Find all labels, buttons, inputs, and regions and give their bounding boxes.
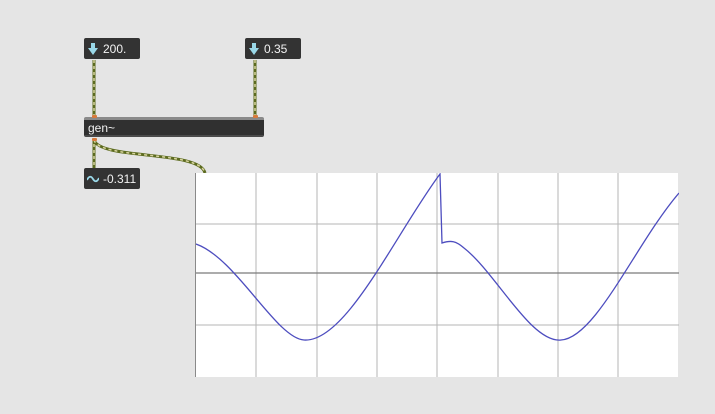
number-box-parameter[interactable]: 0.35	[245, 38, 301, 59]
gen-outlet[interactable]	[92, 138, 97, 141]
scope-grid	[196, 173, 679, 377]
gen-inlet-left[interactable]	[92, 115, 97, 118]
down-arrow-icon	[86, 42, 100, 55]
down-arrow-icon	[247, 42, 261, 55]
number-box-frequency[interactable]: 200.	[84, 38, 140, 59]
number-box-value: 200.	[103, 41, 127, 56]
signal-number-box[interactable]: -0.311	[84, 168, 140, 189]
gen-object-box[interactable]: gen~	[84, 117, 264, 137]
gen-inlet-right[interactable]	[253, 115, 258, 118]
scope-plot	[195, 172, 680, 377]
number-box-value: 0.35	[264, 41, 288, 56]
scope-display[interactable]	[195, 172, 680, 377]
patcher-canvas[interactable]: 200. 0.35 gen~ -0.311	[0, 0, 715, 414]
gen-object-label: gen~	[88, 120, 116, 135]
signal-number-value: -0.311	[103, 171, 137, 186]
sine-wave-icon	[86, 174, 100, 184]
